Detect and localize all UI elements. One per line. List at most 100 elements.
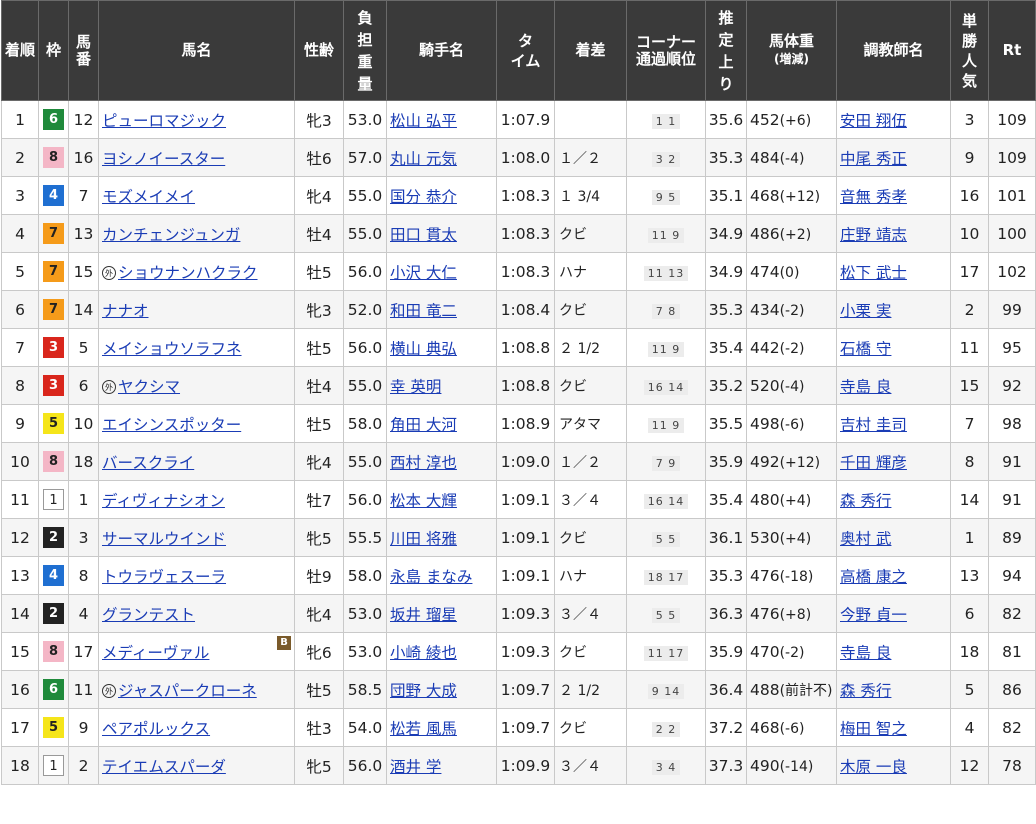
header-choukyoushi[interactable]: 調教師名 bbox=[836, 0, 951, 101]
trainer-link[interactable]: 安田 翔伍 bbox=[840, 112, 907, 130]
trainer-link[interactable]: 梅田 智之 bbox=[840, 720, 907, 738]
horse-name-link[interactable]: メイショウソラフネ bbox=[102, 340, 242, 358]
popularity: 5 bbox=[950, 670, 989, 709]
jockey-link[interactable]: 川田 将雅 bbox=[390, 530, 457, 548]
horse-name-link[interactable]: ジャスパークローネ bbox=[118, 682, 257, 700]
finish-position: 12 bbox=[1, 518, 39, 557]
jockey-link[interactable]: 酒井 学 bbox=[390, 758, 441, 776]
jockey-link[interactable]: 国分 恭介 bbox=[390, 188, 457, 206]
jockey-link[interactable]: 松山 弘平 bbox=[390, 112, 457, 130]
header-seirei[interactable]: 性齢 bbox=[294, 0, 344, 101]
jockey-link[interactable]: 団野 大成 bbox=[390, 682, 457, 700]
body-weight: 490 bbox=[750, 756, 780, 775]
jockey-link[interactable]: 丸山 元気 bbox=[390, 150, 457, 168]
horse-name-link[interactable]: トウラヴェスーラ bbox=[102, 568, 226, 586]
trainer-link[interactable]: 中尾 秀正 bbox=[840, 150, 907, 168]
trainer-link[interactable]: 木原 一良 bbox=[840, 758, 907, 776]
trainer-link[interactable]: 小栗 実 bbox=[840, 302, 891, 320]
jockey-link[interactable]: 横山 典弘 bbox=[390, 340, 457, 358]
result-row: 15 8 17 メディーヴァル B 牝6 53.0 小崎 綾也 1:09.3 クビ 11 17 35.… bbox=[1, 632, 1036, 671]
header-bamei[interactable]: 馬名 bbox=[98, 0, 295, 101]
trainer-link[interactable]: 寺島 良 bbox=[840, 644, 891, 662]
horse-name-link[interactable]: カンチェンジュンガ bbox=[102, 226, 240, 244]
body-weight-cell: 442(-2) bbox=[746, 328, 837, 367]
horse-name-link[interactable]: メディーヴァル bbox=[102, 644, 209, 662]
jockey-link[interactable]: 松若 風馬 bbox=[390, 720, 457, 738]
jockey-link[interactable]: 和田 竜二 bbox=[390, 302, 457, 320]
header-umaban[interactable]: 馬番 bbox=[68, 0, 99, 101]
foreign-trained-icon: 外 bbox=[102, 684, 116, 698]
trainer-link[interactable]: 森 秀行 bbox=[840, 492, 891, 510]
foreign-trained-icon: 外 bbox=[102, 380, 116, 394]
waku-badge: 1 bbox=[43, 489, 64, 510]
header-chakujun[interactable]: 着順 bbox=[1, 0, 39, 101]
finish-margin: クビ bbox=[554, 214, 627, 253]
jockey-link[interactable]: 坂井 瑠星 bbox=[390, 606, 457, 624]
trainer-link[interactable]: 松下 武士 bbox=[840, 264, 907, 282]
trainer-link[interactable]: 今野 貞一 bbox=[840, 606, 907, 624]
jockey-link[interactable]: 西村 淳也 bbox=[390, 454, 457, 472]
horse-name-link[interactable]: ペアポルックス bbox=[102, 720, 210, 738]
body-weight-cell: 476(-18) bbox=[746, 556, 837, 595]
body-weight: 434 bbox=[750, 300, 780, 319]
horse-name-link[interactable]: テイエムスパーダ bbox=[102, 758, 226, 776]
trainer-link[interactable]: 奥村 武 bbox=[840, 530, 891, 548]
popularity: 3 bbox=[950, 100, 989, 139]
jockey-link[interactable]: 小崎 綾也 bbox=[390, 644, 457, 662]
horse-name-link[interactable]: ピューロマジック bbox=[102, 112, 226, 130]
body-weight-diff: (-6) bbox=[779, 416, 805, 433]
horse-name-link[interactable]: ディヴィナシオン bbox=[102, 492, 225, 510]
trainer-link[interactable]: 千田 輝彦 bbox=[840, 454, 907, 472]
horse-name-cell: ピューロマジック bbox=[98, 100, 295, 139]
horse-name-link[interactable]: グランテスト bbox=[102, 606, 195, 624]
last-3f: 35.2 bbox=[705, 366, 747, 405]
trainer-cell: 小栗 実 bbox=[836, 290, 951, 329]
header-rt[interactable]: Rt bbox=[988, 0, 1036, 101]
horse-name-link[interactable]: ショウナンハクラク bbox=[118, 264, 258, 282]
horse-name-link[interactable]: バースクライ bbox=[102, 454, 194, 472]
header-chakusa[interactable]: 着差 bbox=[554, 0, 627, 101]
trainer-link[interactable]: 高橋 康之 bbox=[840, 568, 907, 586]
trainer-link[interactable]: 音無 秀孝 bbox=[840, 188, 907, 206]
jockey-link[interactable]: 幸 英明 bbox=[390, 378, 441, 396]
header-corner[interactable]: コーナー 通過順位 bbox=[626, 0, 706, 101]
header-kishu[interactable]: 騎手名 bbox=[386, 0, 497, 101]
header-bataiju[interactable]: 馬体重 (増減) bbox=[746, 0, 837, 101]
header-agari[interactable]: 推定上り bbox=[705, 0, 747, 101]
jockey-link[interactable]: 松本 大輝 bbox=[390, 492, 457, 510]
header-waku[interactable]: 枠 bbox=[38, 0, 69, 101]
waku-badge: 7 bbox=[43, 261, 64, 282]
horse-name-link[interactable]: ヤクシマ bbox=[118, 378, 180, 396]
rating: 100 bbox=[988, 214, 1036, 253]
jockey-link[interactable]: 小沢 大仁 bbox=[390, 264, 457, 282]
jockey-link[interactable]: 永島 まなみ bbox=[390, 568, 472, 586]
header-time[interactable]: タイム bbox=[496, 0, 555, 101]
trainer-link[interactable]: 吉村 圭司 bbox=[840, 416, 907, 434]
corner-cell: 18 17 bbox=[626, 556, 706, 595]
horse-name-cell: ペアポルックス bbox=[98, 708, 295, 747]
header-ninki-label: 単勝人気 bbox=[962, 11, 978, 90]
finish-position: 17 bbox=[1, 708, 39, 747]
jockey-link[interactable]: 田口 貫太 bbox=[390, 226, 457, 244]
trainer-link[interactable]: 庄野 靖志 bbox=[840, 226, 907, 244]
horse-name-link[interactable]: エイシンスポッター bbox=[102, 416, 241, 434]
header-futan[interactable]: 負担重量 bbox=[343, 0, 387, 101]
header-ninki[interactable]: 単勝人気 bbox=[950, 0, 989, 101]
sex-age: 牡4 bbox=[294, 214, 344, 253]
finish-margin: １ 3/4 bbox=[554, 176, 627, 215]
horse-name-link[interactable]: ナナオ bbox=[102, 302, 149, 320]
horse-name-link[interactable]: ヨシノイースター bbox=[102, 150, 225, 168]
horse-name-link[interactable]: モズメイメイ bbox=[102, 188, 195, 206]
carried-weight: 56.0 bbox=[343, 746, 387, 785]
jockey-link[interactable]: 角田 大河 bbox=[390, 416, 457, 434]
waku-badge: 6 bbox=[43, 679, 64, 700]
finish-position: 5 bbox=[1, 252, 39, 291]
horse-name-link[interactable]: サーマルウインド bbox=[102, 530, 226, 548]
trainer-link[interactable]: 寺島 良 bbox=[840, 378, 891, 396]
corner-positions: 1 1 bbox=[651, 113, 681, 129]
result-row: 18 1 2 テイエムスパーダ 牝5 56.0 酒井 学 1:09.9 ３／４ 3 4 37.3 49… bbox=[1, 746, 1036, 785]
trainer-link[interactable]: 森 秀行 bbox=[840, 682, 891, 700]
corner-cell: 7 9 bbox=[626, 442, 706, 481]
body-weight-diff: (-14) bbox=[779, 758, 814, 775]
trainer-link[interactable]: 石橋 守 bbox=[840, 340, 891, 358]
